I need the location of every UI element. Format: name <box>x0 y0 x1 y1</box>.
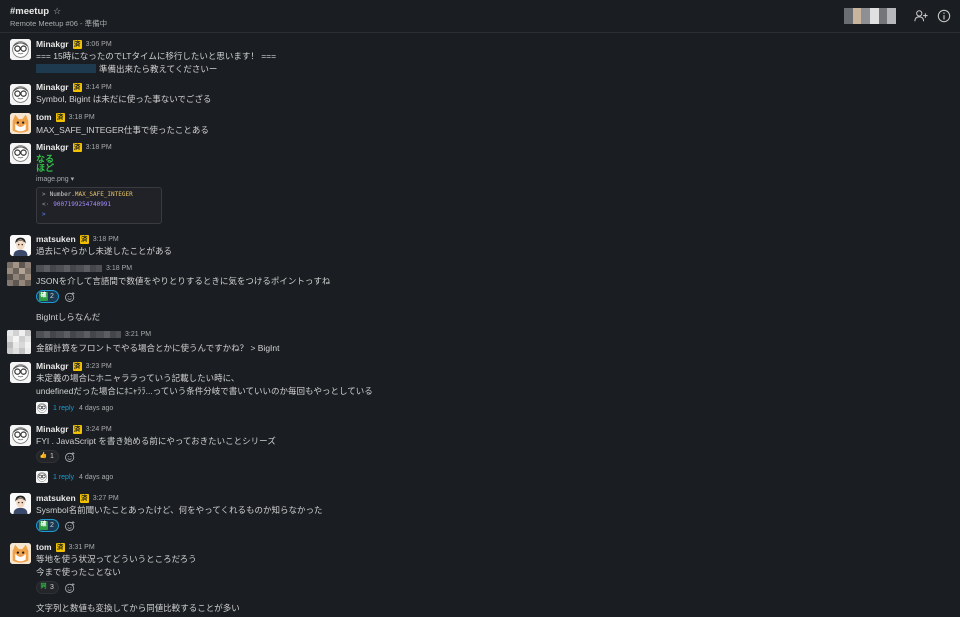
status-badge: 済 <box>55 112 65 122</box>
message-text: 未定義の場合にホニャララっていう記載したい時に、 <box>36 373 240 383</box>
blurred-username[interactable] <box>36 265 102 272</box>
member-avatars[interactable] <box>844 8 897 24</box>
thread-summary[interactable]: 1 reply 4 days ago <box>36 402 113 414</box>
thumbs-up-icon: 👍 <box>39 453 48 459</box>
reaction-pill[interactable]: 確 2 <box>36 519 59 532</box>
message-text: 過去にやらかし未遂したことがある <box>36 246 173 256</box>
message-text: Sysmbol名前聞いたことあったけど、何をやってくれるものか知らなかった <box>36 505 323 515</box>
channel-name: #meetup <box>10 6 50 17</box>
message-text: MAX_SAFE_INTEGER仕事で使ったことある <box>36 125 209 135</box>
thread-summary[interactable]: 1 reply 4 days ago <box>36 471 113 483</box>
reaction-count: 2 <box>50 293 54 300</box>
status-badge: 済 <box>72 424 82 434</box>
reaction-emoji: 確 <box>39 292 48 301</box>
avatar[interactable] <box>10 39 31 60</box>
username[interactable]: tom <box>36 112 52 122</box>
reaction-count: 3 <box>50 584 54 591</box>
reaction-pill[interactable]: 👍 1 <box>36 450 59 463</box>
username[interactable]: matsuken <box>36 234 76 244</box>
avatar[interactable] <box>10 84 31 105</box>
status-badge: 済 <box>79 234 89 244</box>
add-reaction-icon[interactable] <box>64 451 76 463</box>
avatar[interactable] <box>10 543 31 564</box>
timestamp[interactable]: 3:06 PM <box>86 41 112 48</box>
message-text: BigIntしらなんだ <box>36 312 101 322</box>
timestamp[interactable]: 3:18 PM <box>86 144 112 151</box>
status-badge: 済 <box>72 142 82 152</box>
status-badge: 済 <box>79 493 89 503</box>
username[interactable]: Minakgr <box>36 39 69 49</box>
add-reaction-icon[interactable] <box>64 520 76 532</box>
username[interactable]: Minakgr <box>36 424 69 434</box>
status-badge: 済 <box>72 361 82 371</box>
message-text: 今まで使ったことない <box>36 567 121 577</box>
timestamp[interactable]: 3:31 PM <box>69 544 95 551</box>
avatar[interactable] <box>10 235 31 256</box>
avatar[interactable] <box>10 113 31 134</box>
reaction-emoji: 同 <box>40 584 47 590</box>
message-text: JSONを介して言語間で数値をやりとりするときに気をつけるポイントっすね <box>36 276 331 286</box>
timestamp[interactable]: 3:18 PM <box>69 114 95 121</box>
reaction-pill[interactable]: 同 3 <box>36 581 59 594</box>
timestamp[interactable]: 3:24 PM <box>86 426 112 433</box>
avatar[interactable] <box>10 493 31 514</box>
username[interactable]: matsuken <box>36 493 76 503</box>
reaction-count: 2 <box>50 522 54 529</box>
avatar[interactable] <box>7 330 31 354</box>
blurred-username[interactable] <box>36 331 121 338</box>
add-reaction-icon[interactable] <box>64 291 76 303</box>
timestamp[interactable]: 3:21 PM <box>125 331 151 338</box>
message-text: Symbol, Bigint は未だに使った事ないでござる <box>36 94 212 104</box>
message-text: 文字列と数値も変換してから同値比較することが多い <box>36 603 240 613</box>
timestamp[interactable]: 3:18 PM <box>93 236 119 243</box>
message-text: === 15時になったのでLTタイムに移行したいと思います！ === <box>36 51 277 61</box>
star-icon[interactable]: ☆ <box>53 6 61 17</box>
add-reaction-icon[interactable] <box>64 582 76 594</box>
message-text: 金額計算をフロントでやる場合とかに使うんですかね？ > BigInt <box>36 343 280 353</box>
info-icon[interactable] <box>937 9 951 23</box>
username[interactable]: Minakgr <box>36 361 69 371</box>
message-text: FYI . JavaScript を書き始める前にやっておきたいことシリーズ <box>36 436 276 446</box>
reaction-pill[interactable]: 確 2 <box>36 290 59 303</box>
channel-topic[interactable]: Remote Meetup #06 - 準備中 <box>10 18 107 29</box>
channel-header: #meetup ☆ Remote Meetup #06 - 準備中 <box>0 0 960 33</box>
message-text: undefinedだった場合にﾎﾆｬﾗﾗ...っていう条件分岐で書いていいのか毎… <box>36 386 373 396</box>
reaction-emoji: 確 <box>39 521 48 530</box>
timestamp[interactable]: 3:14 PM <box>86 84 112 91</box>
avatar[interactable] <box>7 262 31 286</box>
caret-down-icon: ▾ <box>70 176 75 183</box>
status-badge: 済 <box>72 82 82 92</box>
timestamp[interactable]: 3:27 PM <box>93 495 119 502</box>
timestamp[interactable]: 3:18 PM <box>106 265 132 272</box>
last-reply-time: 4 days ago <box>79 404 114 412</box>
message-text: 等地を使う状況ってどういうところだろう <box>36 554 197 564</box>
avatar[interactable] <box>10 362 31 383</box>
reply-count-link[interactable]: 1 reply <box>53 405 74 412</box>
avatar <box>36 402 48 414</box>
last-reply-time: 4 days ago <box>79 473 114 481</box>
status-badge: 済 <box>55 542 65 552</box>
avatar <box>36 471 48 483</box>
username[interactable]: tom <box>36 542 52 552</box>
add-member-icon[interactable] <box>914 9 928 23</box>
username[interactable]: Minakgr <box>36 82 69 92</box>
timestamp[interactable]: 3:23 PM <box>86 363 112 370</box>
status-badge: 済 <box>72 39 82 49</box>
username[interactable]: Minakgr <box>36 142 69 152</box>
user-mention[interactable] <box>36 64 96 73</box>
file-name-toggle[interactable]: image.png ▾ <box>36 175 74 183</box>
naruhodo-emoji: なる ほど <box>36 154 55 173</box>
channel-name-button[interactable]: #meetup ☆ <box>10 6 61 17</box>
avatar[interactable] <box>10 425 31 446</box>
reply-count-link[interactable]: 1 reply <box>53 474 74 481</box>
image-attachment[interactable]: > Number.MAX_SAFE_INTEGER <· 9007199254740… <box>36 187 162 224</box>
message-text: 準備出来たら教えてくださいー <box>36 63 217 75</box>
avatar[interactable] <box>10 143 31 164</box>
reaction-count: 1 <box>50 453 54 460</box>
